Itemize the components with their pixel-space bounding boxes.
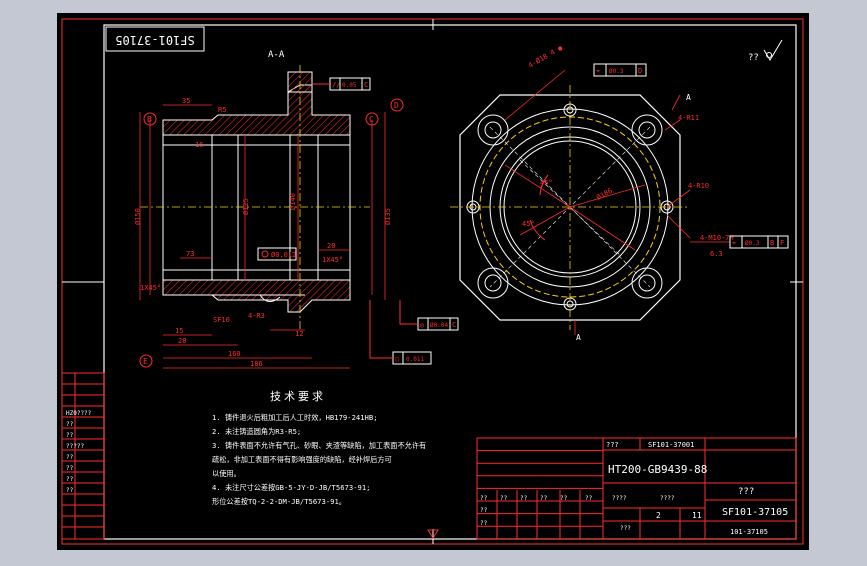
datum-b: B: [147, 115, 152, 124]
strip-label: ??: [66, 421, 74, 428]
tb-placeholder: ??: [585, 495, 593, 502]
tb-placeholder: ??: [520, 495, 528, 502]
fcf-section-value: Ø0.012: [271, 251, 296, 259]
svg-text:Ø0.3: Ø0.3: [745, 240, 760, 247]
roughness-note: ??: [748, 53, 759, 63]
tb-code: SF101-37105: [722, 507, 788, 518]
tech-line: 疏松，非加工表面不得有影响强度的缺陷，经补焊后方可: [212, 455, 392, 464]
strip-label: ??: [66, 432, 74, 439]
tb-placeholder: ??: [560, 495, 568, 502]
dim-12: 12: [295, 330, 303, 338]
tech-line: 以使用。: [212, 469, 241, 478]
tb-sheet: 11: [692, 511, 702, 520]
chamfer-right: 1X45°: [322, 256, 343, 264]
datum-c: C: [369, 115, 374, 124]
r3-note: 4-R3: [248, 312, 265, 320]
strip-label: HZ0????: [66, 410, 92, 417]
dim-outer-dia: Ø150: [134, 208, 142, 225]
dim-160: 160: [228, 350, 241, 358]
angle-45-a: 45°: [540, 179, 553, 187]
datum-d: D: [394, 101, 399, 110]
tb-code-small: 101-37105: [730, 528, 768, 536]
tb-placeholder: ??: [480, 520, 488, 527]
drawing-canvas: SF101-37105 ?? A-A 35 R5 73 20 15 12 28 …: [57, 13, 809, 550]
tech-line: 2. 未注铸造圆角为R3-R5;: [212, 427, 301, 436]
strip-label: ??: [66, 476, 74, 483]
tb-placeholder: ??: [480, 495, 488, 502]
tb-placeholder: ??: [500, 495, 508, 502]
datum-e: E: [143, 357, 148, 366]
tb-material: HT200-GB9439-88: [608, 463, 707, 476]
svg-text:⌖: ⌖: [596, 67, 600, 75]
dim-bore: Ø125: [242, 198, 250, 215]
section-arrow-a-top: A: [686, 93, 691, 102]
svg-text:⌖: ⌖: [732, 239, 736, 247]
tech-heading: 技术要求: [270, 390, 326, 403]
dim-35: 35: [182, 97, 190, 105]
dim-186: 186: [250, 360, 263, 368]
tb-placeholder: ????: [612, 495, 627, 502]
sf10-note: SF10: [213, 316, 230, 324]
svg-text:Ø0.04: Ø0.04: [430, 322, 448, 329]
tb-placeholder: ????: [660, 495, 675, 502]
dim-dia-a: Ø140: [289, 193, 297, 210]
strip-label: ??: [66, 454, 74, 461]
strip-label: ??: [66, 487, 74, 494]
svg-text:C: C: [452, 321, 456, 329]
dim-73: 73: [186, 250, 194, 258]
strip-label: ?????: [66, 443, 84, 450]
svg-text:D: D: [638, 67, 642, 75]
dim-28: 28: [178, 337, 186, 345]
dim-r5: R5: [218, 106, 226, 114]
tb-placeholder: ??: [540, 495, 548, 502]
dim-20: 20: [327, 242, 335, 250]
svg-text:○: ○: [395, 355, 399, 363]
svg-text:0.05: 0.05: [342, 82, 357, 89]
section-arrow-a-bottom: A: [576, 333, 581, 342]
angle-45-b: 45°: [522, 220, 535, 228]
tb-unknown: ???: [738, 487, 754, 497]
dim-dia-b: Ø135: [384, 208, 392, 225]
tech-line: 4. 未注尺寸公差按GB-5-JY-D-JB/T5673-91;: [212, 483, 371, 492]
svg-text:Ø0.3: Ø0.3: [609, 68, 624, 75]
m10-note: 4-M10-7H: [700, 234, 734, 242]
tech-line: 1. 铸件退火后粗加工后人工时效，HB179-241HB;: [212, 413, 378, 422]
m10-sub: 6.3: [710, 250, 723, 258]
svg-text:0.011: 0.011: [406, 356, 424, 363]
tb-placeholder: ???: [620, 525, 631, 532]
r10-note: 4-R10: [688, 182, 709, 190]
svg-text://: //: [332, 81, 340, 89]
cad-viewport[interactable]: SF101-37105 ?? A-A 35 R5 73 20 15 12 28 …: [0, 0, 867, 562]
tb-qmark: ???: [606, 441, 619, 449]
tech-line: 形位公差按TQ-2-2-DM-JB/T5673-91。: [212, 497, 346, 506]
r11-note: 4-R11: [678, 114, 699, 122]
roughness-16: 16: [195, 141, 203, 149]
tb-ref-code: SF101-37001: [648, 441, 694, 449]
tb-scale: 2: [656, 511, 661, 520]
strip-label: ??: [66, 465, 74, 472]
stamp-code: SF101-37105: [115, 33, 194, 47]
dim-15: 15: [175, 327, 183, 335]
chamfer-left: 1X45°: [140, 284, 161, 292]
svg-text:C: C: [364, 81, 368, 89]
svg-text:B: B: [770, 239, 774, 247]
tech-line: 3. 铸件表面不允许有气孔、砂眼、夹渣等缺陷，加工表面不允许有: [212, 441, 426, 450]
tb-placeholder: ??: [480, 507, 488, 514]
section-label: A-A: [268, 50, 285, 60]
svg-text:F: F: [780, 239, 784, 247]
